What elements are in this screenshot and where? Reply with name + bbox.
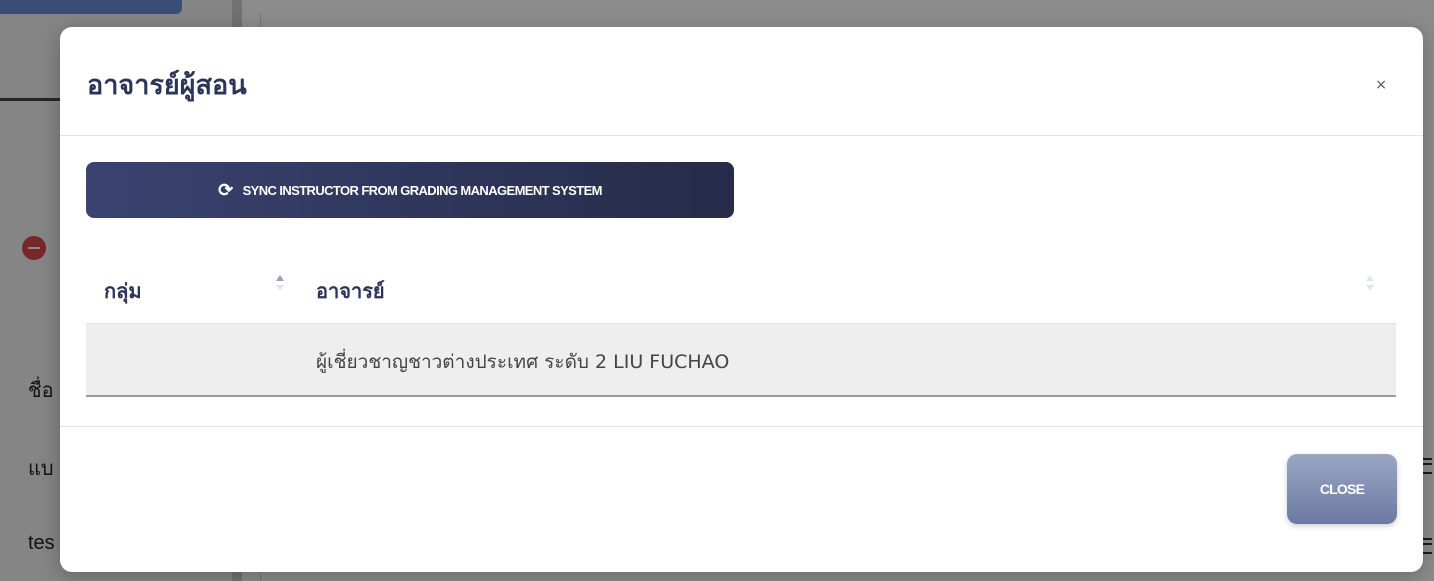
- sync-instructor-button[interactable]: ⟳ SYNC INSTRUCTOR FROM GRADING MANAGEMEN…: [86, 162, 734, 218]
- column-header-group[interactable]: กลุ่ม: [104, 275, 142, 307]
- close-icon[interactable]: ×: [1375, 77, 1387, 93]
- cell-instructor: ผู้เชี่ยวชาญชาวต่างประเทศ ระดับ 2 LIU FU…: [316, 351, 730, 373]
- table-header: กลุ่ม อาจารย์: [86, 253, 1396, 324]
- close-button[interactable]: CLOSE: [1287, 454, 1397, 524]
- sync-icon: ⟳: [218, 180, 233, 200]
- table-row: ผู้เชี่ยวชาญชาวต่างประเทศ ระดับ 2 LIU FU…: [86, 324, 1396, 397]
- footer-divider: [60, 426, 1423, 427]
- modal-title: อาจารย์ผู้สอน: [87, 70, 247, 101]
- sort-icon[interactable]: [276, 275, 284, 293]
- sort-icon[interactable]: [1366, 275, 1374, 293]
- instructor-table: กลุ่ม อาจารย์ ผู้เชี่ยวชาญชาวต่างประเทศ …: [86, 253, 1396, 397]
- instructor-modal: อาจารย์ผู้สอน × ⟳ SYNC INSTRUCTOR FROM G…: [60, 27, 1423, 572]
- column-header-instructor[interactable]: อาจารย์: [316, 275, 385, 307]
- sync-button-label: SYNC INSTRUCTOR FROM GRADING MANAGEMENT …: [242, 182, 603, 198]
- modal-header: อาจารย์ผู้สอน ×: [60, 27, 1423, 136]
